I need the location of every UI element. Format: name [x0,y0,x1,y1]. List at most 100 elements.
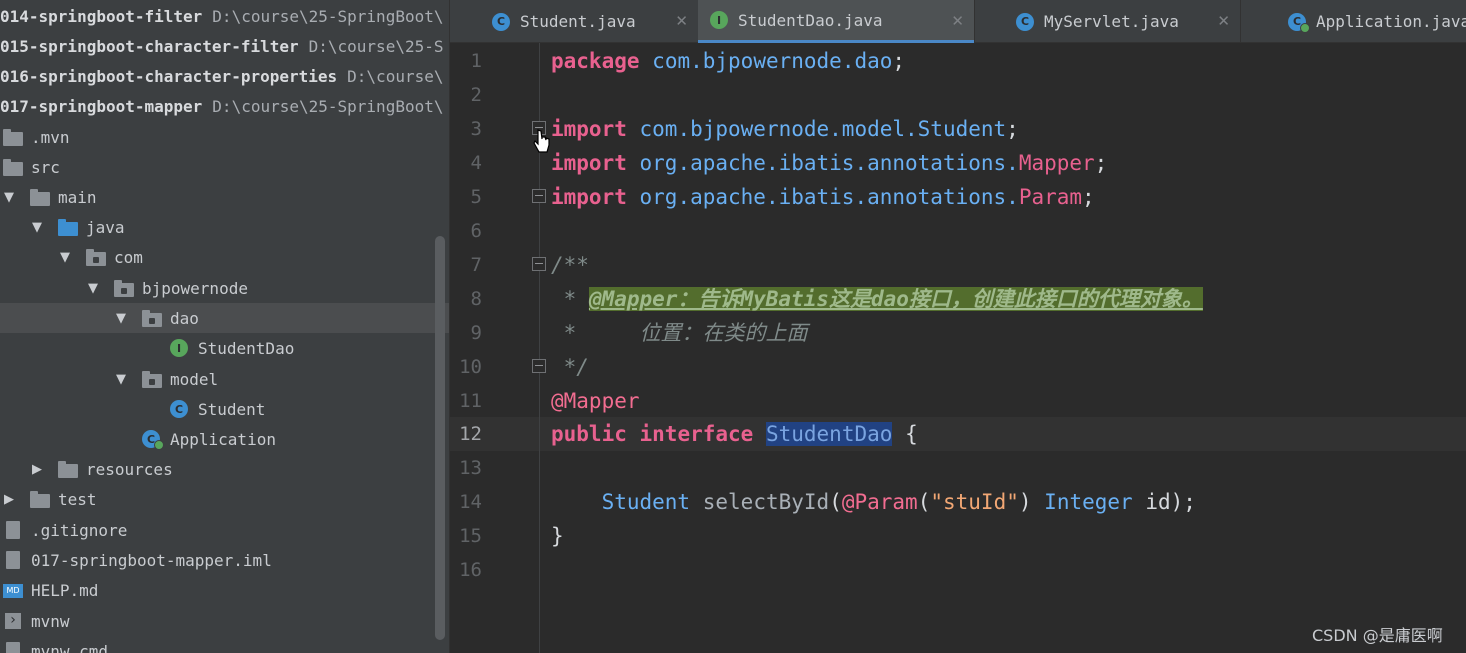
param-type: Integer [1044,490,1133,514]
tab-application-java[interactable]: C Application.java [1276,0,1466,43]
package-icon [86,248,106,266]
code-line-10[interactable]: */ [551,350,589,384]
comment-highlight: @Mapper：告诉MyBatis这是dao接口，创建此接口的代理对象。 [588,287,1203,311]
close-icon[interactable]: ✕ [1217,12,1230,30]
tree-module-015[interactable]: 015-springboot-character-filter D:\cours… [0,31,449,61]
file-icon [3,521,23,539]
line-number: 11 [459,390,482,412]
chevron-down-icon[interactable]: ▼ [30,220,44,235]
code-line-8[interactable]: * @Mapper：告诉MyBatis这是dao接口，创建此接口的代理对象。 [551,282,1203,316]
project-tool-window: 014-springboot-filter D:\course\25-Sprin… [0,0,450,653]
spring-app-icon: C [142,430,164,450]
package-icon [114,279,134,297]
package-icon [142,309,162,327]
chevron-down-icon[interactable]: ▼ [114,372,128,387]
folder-icon [30,188,50,206]
close-icon[interactable]: ✕ [951,12,964,30]
tree-item-mvn[interactable]: .mvn [0,122,449,152]
line-number: 3 [470,118,482,140]
line-number: 9 [470,322,482,344]
return-type: Student [601,490,691,514]
code-line-11[interactable]: @Mapper [551,384,640,418]
chevron-right-icon[interactable]: ▶ [2,492,16,507]
tree-item-label: mvnw.cmd [31,641,109,653]
tree-item-bjpowernode[interactable]: ▼ bjpowernode [0,273,449,303]
code-line-5[interactable]: import org.apache.ibatis.annotations.Par… [551,180,1095,214]
tree-item-java[interactable]: ▼ java [0,212,449,242]
line-number: 15 [459,525,482,547]
tree-item-label: main [58,187,97,207]
line-number: 16 [459,559,482,581]
module-path: D:\course\25-SpringBoot\ [212,6,444,26]
chevron-down-icon[interactable]: ▼ [2,190,16,205]
tab-myservlet-java[interactable]: C MyServlet.java ✕ [1004,0,1240,43]
code-line-14[interactable]: Student selectById(@Param("stuId") Integ… [551,485,1196,519]
spring-app-icon: C [1288,12,1310,33]
code-line-9[interactable]: * 位置：在类的上面 [551,316,808,350]
chevron-down-icon[interactable]: ▼ [58,250,72,265]
chevron-down-icon[interactable]: ▼ [114,311,128,326]
tree-item-label: Application [170,429,276,449]
interface-icon: I [170,339,190,357]
tree-item-label: java [86,217,125,237]
fold-marker-icon[interactable] [532,257,546,271]
tree-item-dao[interactable]: ▼ dao [0,303,449,333]
param-name: id [1145,490,1171,514]
tree-module-016[interactable]: 016-springboot-character-properties D:\c… [0,61,449,91]
code-line-4[interactable]: import org.apache.ibatis.annotations.Map… [551,146,1107,180]
tree-item-student[interactable]: C Student [0,394,449,424]
folder-icon [30,490,50,508]
tree-item-main[interactable]: ▼ main [0,182,449,212]
file-icon [3,642,23,653]
tree-item-com[interactable]: ▼ com [0,242,449,272]
tree-item-label: com [114,247,143,267]
tree-module-017[interactable]: 017-springboot-mapper D:\course\25-Sprin… [0,91,449,121]
tree-item-mvnw-cmd[interactable]: mvnw.cmd [0,636,449,653]
tree-item-application[interactable]: C Application [0,424,449,454]
line-number: 4 [470,152,482,174]
tab-student-java[interactable]: C Student.java ✕ [480,0,698,43]
class-icon: C [170,400,190,418]
fold-marker-icon[interactable] [532,189,546,203]
editor-tab-bar: C Student.java ✕ I StudentDao.java ✕ C M… [450,0,1466,43]
package-icon [142,370,162,388]
class-name: Mapper [1018,151,1095,175]
tree-item-test[interactable]: ▶ test [0,484,449,514]
code-line-15[interactable]: } [551,519,564,553]
keyword: public [551,422,627,446]
code-line-3[interactable]: import com.bjpowernode.model.Student; [551,112,1019,146]
method-name: selectById [702,490,830,514]
code-line-12[interactable]: public interface StudentDao { [551,417,918,451]
fold-marker-icon[interactable] [532,359,546,373]
tab-label: StudentDao.java [738,10,883,30]
keyword: import [551,185,627,209]
import-path: org.apache.ibatis.annotations. [639,185,1019,209]
folder-icon [3,128,23,146]
tree-item-resources[interactable]: ▶ resources [0,454,449,484]
tree-item-gitignore[interactable]: .gitignore [0,515,449,545]
code-line-7[interactable]: /** [551,248,589,282]
tree-item-studentdao[interactable]: I StudentDao [0,333,449,363]
tab-label: MyServlet.java [1044,12,1179,31]
tree-item-iml[interactable]: 017-springboot-mapper.iml [0,545,449,575]
line-number: 6 [470,220,482,242]
tree-scrollbar[interactable] [435,236,445,640]
chevron-down-icon[interactable]: ▼ [86,281,100,296]
chevron-right-icon[interactable]: ▶ [30,462,44,477]
tree-item-label: HELP.md [31,580,99,600]
line-number: 1 [470,50,482,72]
module-name: 014-springboot-filter [0,6,203,26]
keyword: package [551,49,640,73]
tree-item-label: src [31,157,60,177]
tree-item-src[interactable]: src [0,152,449,182]
close-icon[interactable]: ✕ [675,12,688,30]
tree-module-014[interactable]: 014-springboot-filter D:\course\25-Sprin… [0,1,449,31]
tree-item-label: resources [86,459,173,479]
terminal-icon [3,612,23,630]
tree-item-mvnw[interactable]: mvnw [0,606,449,636]
code-line-1[interactable]: package com.bjpowernode.dao; [551,44,905,78]
tree-item-label: model [170,369,219,389]
tree-item-help-md[interactable]: HELP.md [0,575,449,605]
tab-studentdao-java[interactable]: I StudentDao.java ✕ [698,0,974,43]
tree-item-model[interactable]: ▼ model [0,364,449,394]
